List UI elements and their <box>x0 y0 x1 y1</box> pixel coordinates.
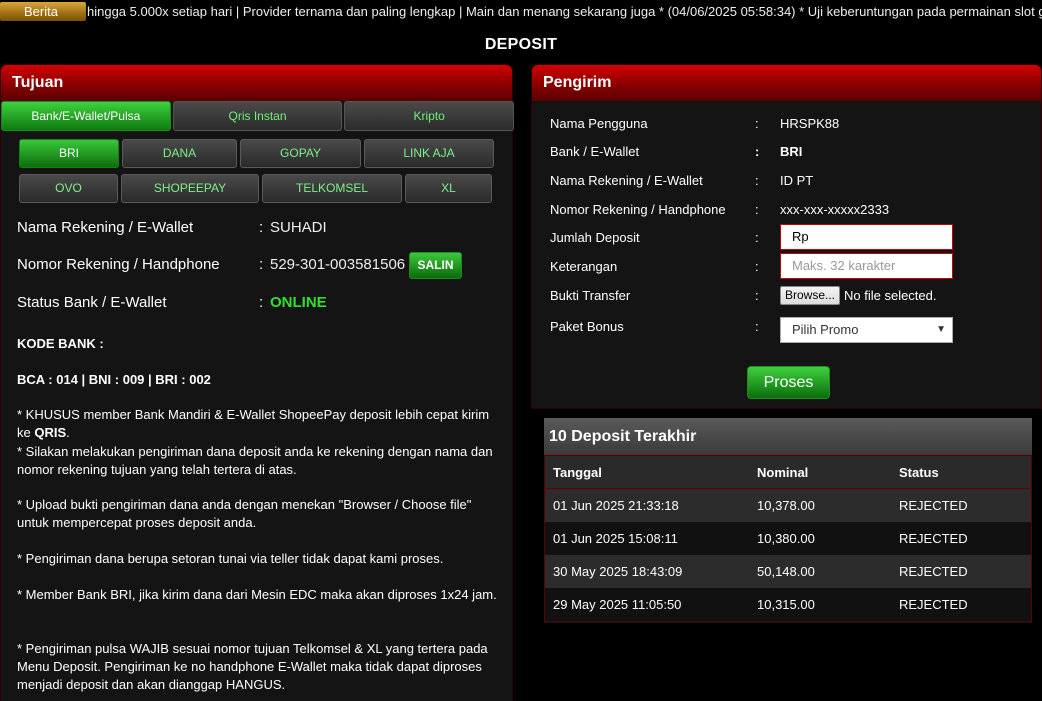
colon: : <box>259 219 264 236</box>
sender-account-name-value: ID PT <box>780 173 814 188</box>
deposit-status: REJECTED <box>899 597 968 612</box>
bonus-package-label: Paket Bonus <box>550 319 624 334</box>
tab-kripto[interactable]: Kripto <box>344 101 515 131</box>
sender-bank-label: Bank / E-Wallet <box>550 144 640 159</box>
payment-method-tabs: Bank/E-Wallet/Pulsa Qris Instan Kripto <box>1 101 515 131</box>
colon: : <box>755 116 759 131</box>
transfer-proof-label: Bukti Transfer <box>550 288 631 303</box>
note-transfer: * Silakan melakukan pengiriman dana depo… <box>17 444 493 477</box>
page-title: DEPOSIT <box>484 36 558 53</box>
bank-code-title: KODE BANK : <box>17 336 104 351</box>
bank-option-telkomsel[interactable]: TELKOMSEL <box>262 174 402 203</box>
table-row: 30 May 2025 18:43:09 50,148.00 REJECTED <box>545 555 1031 588</box>
bank-option-ovo[interactable]: OVO <box>19 174 118 203</box>
submit-deposit-button[interactable]: Proses <box>747 366 830 399</box>
news-ticker-text: hingga 5.000x setiap hari | Provider ter… <box>87 4 1042 19</box>
deposit-date: 01 Jun 2025 21:33:18 <box>553 498 679 513</box>
colon: : <box>755 230 759 245</box>
recent-deposits-table: Tanggal Nominal Status 01 Jun 2025 21:33… <box>544 455 1032 622</box>
colon: : <box>755 319 759 334</box>
bonus-package-selected: Pilih Promo <box>792 322 859 337</box>
bank-status-value: ONLINE <box>270 294 327 311</box>
table-row: 01 Jun 2025 15:08:11 10,380.00 REJECTED <box>545 522 1031 555</box>
sender-panel-title: Pengirim <box>532 65 1041 101</box>
deposit-date: 29 May 2025 11:05:50 <box>553 597 682 612</box>
deposit-date: 01 Jun 2025 15:08:11 <box>553 531 678 546</box>
bonus-package-select[interactable]: Pilih Promo ▼ <box>780 317 953 343</box>
deposit-status: REJECTED <box>899 564 968 579</box>
colon: : <box>755 144 760 159</box>
browse-file-button[interactable]: Browse... <box>780 286 840 305</box>
note-qris-highlight: QRIS <box>34 425 67 440</box>
note-label: Keterangan <box>550 259 618 274</box>
dest-account-number-value: 529-301-003581506 <box>270 256 406 273</box>
bank-option-shopeepay[interactable]: SHOPEEPAY <box>121 174 259 203</box>
recent-deposits-box: 10 Deposit Terakhir Tanggal Nominal Stat… <box>544 418 1032 623</box>
deposit-amount: 10,315.00 <box>757 597 815 612</box>
colon: : <box>755 288 759 303</box>
sender-account-name-label: Nama Rekening / E-Wallet <box>550 173 703 188</box>
column-header-status: Status <box>899 465 939 480</box>
username-value: HRSPK88 <box>780 116 840 131</box>
tab-bank-ewallet-pulsa[interactable]: Bank/E-Wallet/Pulsa <box>1 101 171 131</box>
note-bri-edc: * Member Bank BRI, jika kirim dana dari … <box>17 587 497 602</box>
deposit-amount: 10,380.00 <box>757 531 815 546</box>
table-header-row: Tanggal Nominal Status <box>545 456 1031 489</box>
bank-option-bri[interactable]: BRI <box>19 139 119 168</box>
dest-account-name-value: SUHADI <box>270 219 327 236</box>
note-input[interactable]: Maks. 32 karakter <box>780 253 953 279</box>
colon: : <box>755 173 759 188</box>
note-teller: * Pengiriman dana berupa setoran tunai v… <box>17 551 444 566</box>
bank-option-gopay[interactable]: GOPAY <box>240 139 361 168</box>
column-header-amount: Nominal <box>757 465 809 480</box>
news-label: Berita <box>0 2 86 21</box>
bank-status-label: Status Bank / E-Wallet <box>17 294 167 311</box>
colon: : <box>259 256 264 273</box>
table-row: 29 May 2025 11:05:50 10,315.00 REJECTED <box>545 588 1031 621</box>
note-upload: * Upload bukti pengiriman dana anda deng… <box>17 497 472 530</box>
note-qris-end: . <box>66 425 70 440</box>
sender-account-number-label: Nomor Rekening / Handphone <box>550 202 726 217</box>
username-label: Nama Pengguna <box>550 116 648 131</box>
column-header-date: Tanggal <box>553 465 602 480</box>
deposit-status: REJECTED <box>899 531 968 546</box>
colon: : <box>755 202 759 217</box>
deposit-amount: 10,378.00 <box>757 498 815 513</box>
deposit-date: 30 May 2025 18:43:09 <box>553 564 683 579</box>
copy-account-number-button[interactable]: SALIN <box>409 252 462 279</box>
note-qris: * KHUSUS member Bank Mandiri & E-Wallet … <box>17 406 497 442</box>
deposit-amount: 50,148.00 <box>757 564 815 579</box>
chevron-down-icon: ▼ <box>936 324 946 335</box>
destination-panel-title: Tujuan <box>1 65 512 101</box>
bank-option-linkaja[interactable]: LINK AJA <box>364 139 494 168</box>
colon: : <box>755 259 759 274</box>
tab-qris-instan[interactable]: Qris Instan <box>172 101 343 131</box>
sender-account-number-value: xxx-xxx-xxxxx2333 <box>780 202 890 217</box>
bank-code-list: BCA : 014 | BNI : 009 | BRI : 002 <box>17 372 211 387</box>
table-row: 01 Jun 2025 21:33:18 10,378.00 REJECTED <box>545 489 1031 522</box>
note-pulsa: * Pengiriman pulsa WAJIB sesuai nomor tu… <box>17 641 488 692</box>
colon: : <box>259 294 264 311</box>
recent-deposits-title: 10 Deposit Terakhir <box>544 418 1032 455</box>
bank-option-xl[interactable]: XL <box>405 174 492 203</box>
dest-account-name-label: Nama Rekening / E-Wallet <box>17 219 194 236</box>
bank-option-dana[interactable]: DANA <box>122 139 237 168</box>
sender-bank-value: BRI <box>780 144 803 159</box>
deposit-status: REJECTED <box>899 498 968 513</box>
file-status-text: No file selected. <box>844 288 937 303</box>
news-ticker: Berita hingga 5.000x setiap hari | Provi… <box>0 0 1042 22</box>
deposit-amount-label: Jumlah Deposit <box>550 230 640 245</box>
deposit-amount-input[interactable]: Rp <box>780 224 953 250</box>
dest-account-number-label: Nomor Rekening / Handphone <box>17 256 220 273</box>
note-qris-text: * KHUSUS member Bank Mandiri & E-Wallet … <box>17 407 490 440</box>
